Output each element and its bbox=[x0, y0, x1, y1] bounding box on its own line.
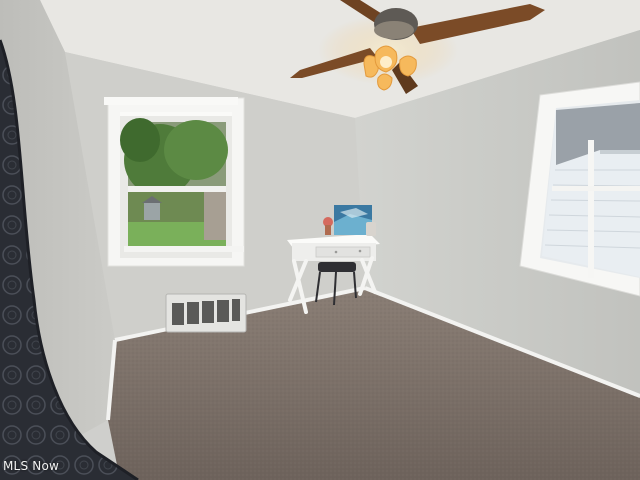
room-scene bbox=[0, 0, 640, 480]
right-window bbox=[519, 81, 640, 297]
room-photo: MLS Now bbox=[0, 0, 640, 480]
floor-vent bbox=[165, 293, 247, 333]
back-window bbox=[104, 97, 245, 267]
watermark-text: MLS Now bbox=[3, 459, 60, 473]
